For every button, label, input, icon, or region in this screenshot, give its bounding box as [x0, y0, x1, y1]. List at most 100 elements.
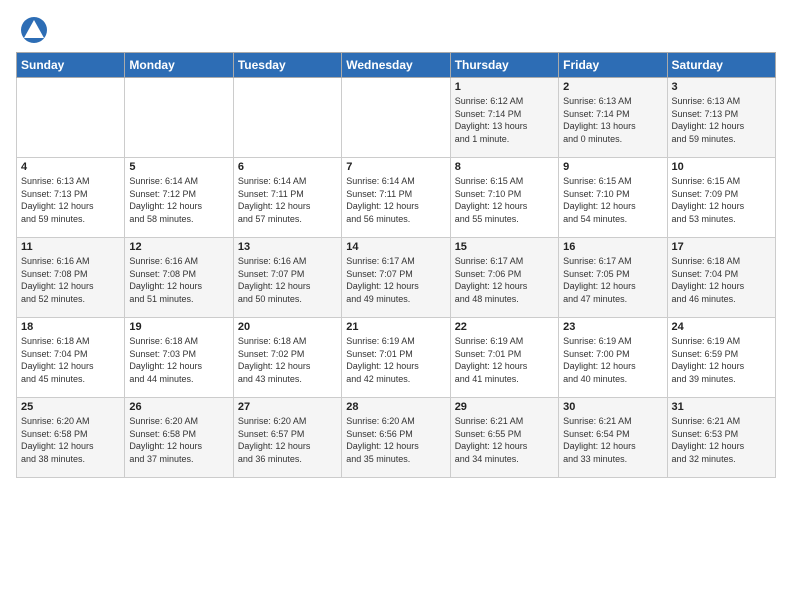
calendar-cell: 31Sunrise: 6:21 AM Sunset: 6:53 PM Dayli…: [667, 398, 775, 478]
calendar-cell: 26 Sunrise: 6:20 AM Sunset: 6:58 PM Dayli…: [125, 398, 233, 478]
day-info: Sunrise: 6:14 AM Sunset: 7:11 PM Dayligh…: [238, 175, 337, 225]
day-number: 4: [21, 161, 120, 173]
calendar-header-thursday: Thursday: [450, 53, 558, 78]
day-number: 7: [346, 161, 445, 173]
day-info: Sunrise: 6:12 AM Sunset: 7:14 PM Dayligh…: [455, 95, 554, 145]
calendar-cell: 18 Sunrise: 6:18 AM Sunset: 7:04 PM Dayli…: [17, 318, 125, 398]
calendar-cell: 20Sunrise: 6:18 AM Sunset: 7:02 PM Dayli…: [233, 318, 341, 398]
day-info: Sunrise: 6:15 AM Sunset: 7:10 PM Dayligh…: [455, 175, 554, 225]
calendar-week-row: 25 Sunrise: 6:20 AM Sunset: 6:58 PM Dayli…: [17, 398, 776, 478]
calendar-cell: 22 Sunrise: 6:19 AM Sunset: 7:01 PM Dayli…: [450, 318, 558, 398]
calendar-cell: 30 Sunrise: 6:21 AM Sunset: 6:54 PM Dayli…: [559, 398, 667, 478]
day-info: Sunrise: 6:20 AM Sunset: 6:58 PM Dayligh…: [21, 415, 120, 465]
calendar-cell: 11 Sunrise: 6:16 AM Sunset: 7:08 PM Dayli…: [17, 238, 125, 318]
day-info: Sunrise: 6:17 AM Sunset: 7:07 PM Dayligh…: [346, 255, 445, 305]
day-info: Sunrise: 6:13 AM Sunset: 7:13 PM Dayligh…: [672, 95, 771, 145]
day-number: 23: [563, 321, 662, 333]
calendar-cell: 5Sunrise: 6:14 AM Sunset: 7:12 PM Daylig…: [125, 158, 233, 238]
day-info: Sunrise: 6:17 AM Sunset: 7:05 PM Dayligh…: [563, 255, 662, 305]
day-info: Sunrise: 6:13 AM Sunset: 7:13 PM Dayligh…: [21, 175, 120, 225]
day-info: Sunrise: 6:16 AM Sunset: 7:07 PM Dayligh…: [238, 255, 337, 305]
day-info: Sunrise: 6:19 AM Sunset: 7:00 PM Dayligh…: [563, 335, 662, 385]
day-number: 6: [238, 161, 337, 173]
calendar-cell: 13 Sunrise: 6:16 AM Sunset: 7:07 PM Dayli…: [233, 238, 341, 318]
calendar-cell: 9 Sunrise: 6:15 AM Sunset: 7:10 PM Daylig…: [559, 158, 667, 238]
day-info: Sunrise: 6:18 AM Sunset: 7:04 PM Dayligh…: [21, 335, 120, 385]
calendar-cell: 23 Sunrise: 6:19 AM Sunset: 7:00 PM Dayli…: [559, 318, 667, 398]
day-number: 19: [129, 321, 228, 333]
calendar-cell: 14 Sunrise: 6:17 AM Sunset: 7:07 PM Dayli…: [342, 238, 450, 318]
calendar-cell: 15 Sunrise: 6:17 AM Sunset: 7:06 PM Dayli…: [450, 238, 558, 318]
calendar-cell: 19 Sunrise: 6:18 AM Sunset: 7:03 PM Dayli…: [125, 318, 233, 398]
day-info: Sunrise: 6:13 AM Sunset: 7:14 PM Dayligh…: [563, 95, 662, 145]
calendar-cell: [125, 78, 233, 158]
day-info: Sunrise: 6:19 AM Sunset: 7:01 PM Dayligh…: [346, 335, 445, 385]
day-info: Sunrise: 6:20 AM Sunset: 6:57 PM Dayligh…: [238, 415, 337, 465]
calendar-cell: [233, 78, 341, 158]
day-number: 28: [346, 401, 445, 413]
calendar-cell: [342, 78, 450, 158]
day-info: Sunrise: 6:15 AM Sunset: 7:10 PM Dayligh…: [563, 175, 662, 225]
calendar-week-row: 11 Sunrise: 6:16 AM Sunset: 7:08 PM Dayli…: [17, 238, 776, 318]
day-number: 29: [455, 401, 554, 413]
day-info: Sunrise: 6:21 AM Sunset: 6:54 PM Dayligh…: [563, 415, 662, 465]
day-number: 1: [455, 81, 554, 93]
day-info: Sunrise: 6:14 AM Sunset: 7:12 PM Dayligh…: [129, 175, 228, 225]
calendar-header-friday: Friday: [559, 53, 667, 78]
calendar-cell: [17, 78, 125, 158]
day-number: 11: [21, 241, 120, 253]
day-number: 3: [672, 81, 771, 93]
calendar-header-tuesday: Tuesday: [233, 53, 341, 78]
day-number: 24: [672, 321, 771, 333]
day-number: 22: [455, 321, 554, 333]
day-info: Sunrise: 6:14 AM Sunset: 7:11 PM Dayligh…: [346, 175, 445, 225]
page-header: [0, 0, 792, 52]
day-info: Sunrise: 6:16 AM Sunset: 7:08 PM Dayligh…: [129, 255, 228, 305]
day-info: Sunrise: 6:19 AM Sunset: 7:01 PM Dayligh…: [455, 335, 554, 385]
calendar-cell: 12 Sunrise: 6:16 AM Sunset: 7:08 PM Dayli…: [125, 238, 233, 318]
day-number: 18: [21, 321, 120, 333]
day-number: 25: [21, 401, 120, 413]
calendar-header-sunday: Sunday: [17, 53, 125, 78]
day-number: 9: [563, 161, 662, 173]
calendar-cell: 21 Sunrise: 6:19 AM Sunset: 7:01 PM Dayli…: [342, 318, 450, 398]
day-info: Sunrise: 6:17 AM Sunset: 7:06 PM Dayligh…: [455, 255, 554, 305]
calendar-cell: 29 Sunrise: 6:21 AM Sunset: 6:55 PM Dayli…: [450, 398, 558, 478]
day-number: 21: [346, 321, 445, 333]
calendar-cell: 3 Sunrise: 6:13 AM Sunset: 7:13 PM Daylig…: [667, 78, 775, 158]
day-number: 14: [346, 241, 445, 253]
calendar-cell: 27 Sunrise: 6:20 AM Sunset: 6:57 PM Dayli…: [233, 398, 341, 478]
day-number: 12: [129, 241, 228, 253]
calendar-header-saturday: Saturday: [667, 53, 775, 78]
calendar-cell: 16Sunrise: 6:17 AM Sunset: 7:05 PM Dayli…: [559, 238, 667, 318]
day-number: 20: [238, 321, 337, 333]
calendar-wrapper: SundayMondayTuesdayWednesdayThursdayFrid…: [0, 52, 792, 486]
calendar-week-row: 1 Sunrise: 6:12 AM Sunset: 7:14 PM Daylig…: [17, 78, 776, 158]
calendar-cell: 6 Sunrise: 6:14 AM Sunset: 7:11 PM Daylig…: [233, 158, 341, 238]
calendar-cell: 17 Sunrise: 6:18 AM Sunset: 7:04 PM Dayli…: [667, 238, 775, 318]
day-info: Sunrise: 6:18 AM Sunset: 7:04 PM Dayligh…: [672, 255, 771, 305]
day-number: 10: [672, 161, 771, 173]
calendar-cell: 24Sunrise: 6:19 AM Sunset: 6:59 PM Dayli…: [667, 318, 775, 398]
day-info: Sunrise: 6:20 AM Sunset: 6:58 PM Dayligh…: [129, 415, 228, 465]
calendar-cell: 28 Sunrise: 6:20 AM Sunset: 6:56 PM Dayli…: [342, 398, 450, 478]
calendar-cell: 2Sunrise: 6:13 AM Sunset: 7:14 PM Daylig…: [559, 78, 667, 158]
day-info: Sunrise: 6:20 AM Sunset: 6:56 PM Dayligh…: [346, 415, 445, 465]
logo: [20, 16, 52, 44]
day-info: Sunrise: 6:18 AM Sunset: 7:03 PM Dayligh…: [129, 335, 228, 385]
calendar-cell: 7 Sunrise: 6:14 AM Sunset: 7:11 PM Daylig…: [342, 158, 450, 238]
calendar-cell: 10Sunrise: 6:15 AM Sunset: 7:09 PM Dayli…: [667, 158, 775, 238]
logo-icon: [20, 16, 48, 44]
calendar-table: SundayMondayTuesdayWednesdayThursdayFrid…: [16, 52, 776, 478]
day-number: 26: [129, 401, 228, 413]
day-number: 17: [672, 241, 771, 253]
day-info: Sunrise: 6:16 AM Sunset: 7:08 PM Dayligh…: [21, 255, 120, 305]
day-number: 27: [238, 401, 337, 413]
day-info: Sunrise: 6:21 AM Sunset: 6:55 PM Dayligh…: [455, 415, 554, 465]
day-info: Sunrise: 6:21 AM Sunset: 6:53 PM Dayligh…: [672, 415, 771, 465]
day-number: 30: [563, 401, 662, 413]
calendar-week-row: 18 Sunrise: 6:18 AM Sunset: 7:04 PM Dayli…: [17, 318, 776, 398]
day-number: 13: [238, 241, 337, 253]
day-number: 15: [455, 241, 554, 253]
calendar-cell: 1 Sunrise: 6:12 AM Sunset: 7:14 PM Daylig…: [450, 78, 558, 158]
